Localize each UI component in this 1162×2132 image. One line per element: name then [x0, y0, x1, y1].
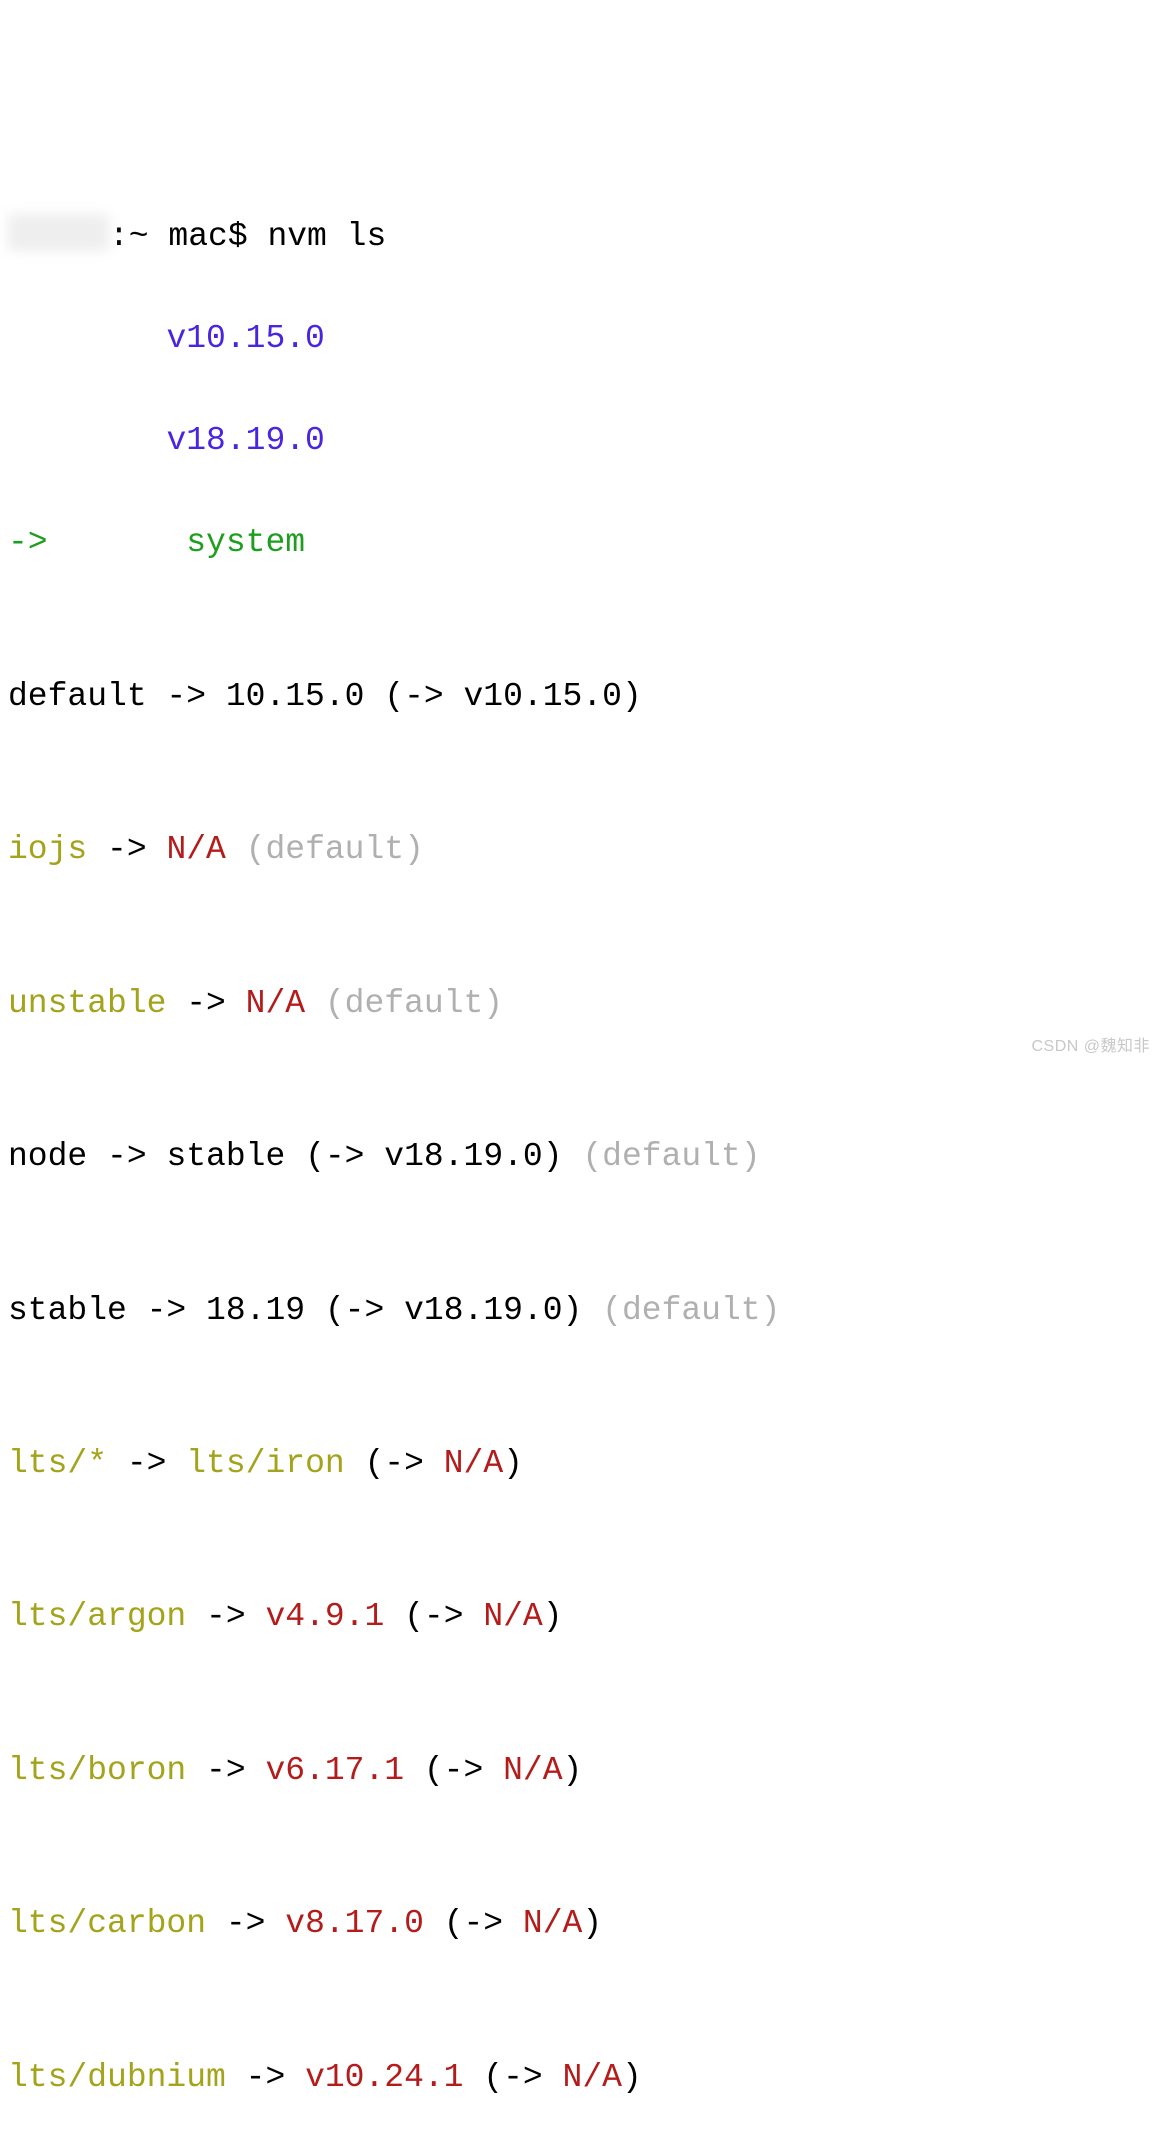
alias-default: (default) — [226, 831, 424, 868]
prompt-line: :~ mac$ nvm ls — [8, 211, 1154, 262]
resolve-close: ) — [543, 1598, 563, 1635]
installed-version: v10.15.0 — [166, 320, 324, 357]
current-arrow: -> — [8, 524, 48, 561]
resolve-value: v10.15.0 — [464, 678, 622, 715]
alias-line-unstable: unstable -> N/A (default) — [8, 978, 1154, 1029]
resolve-open: (-> — [285, 1138, 384, 1175]
lts-na: N/A — [483, 1598, 542, 1635]
resolve-value: v18.19.0 — [404, 1292, 562, 1329]
alias-target: stable — [166, 1138, 285, 1175]
lts-target: lts/iron — [186, 1445, 344, 1482]
resolve-open: (-> — [424, 1905, 523, 1942]
lts-name: lts/carbon — [8, 1905, 206, 1942]
alias-default: (default) — [305, 985, 503, 1022]
resolve-value: v18.19.0 — [384, 1138, 542, 1175]
lts-target: v10.24.1 — [305, 2059, 463, 2096]
installed-version: v18.19.0 — [166, 422, 324, 459]
alias-name: unstable — [8, 985, 166, 1022]
alias-arrow: -> — [147, 678, 226, 715]
installed-version-line: v10.15.0 — [8, 313, 1154, 364]
lts-na: N/A — [503, 1752, 562, 1789]
alias-name: iojs — [8, 831, 87, 868]
lts-name: lts/dubnium — [8, 2059, 226, 2096]
resolve-close: ) — [622, 678, 642, 715]
alias-na: N/A — [166, 831, 225, 868]
prompt-user: mac — [168, 218, 227, 255]
alias-target: 10.15.0 — [226, 678, 365, 715]
prompt-dollar: $ — [228, 218, 268, 255]
resolve-open: (-> — [305, 1292, 404, 1329]
resolve-close: ) — [503, 1445, 523, 1482]
alias-arrow: -> — [127, 1292, 206, 1329]
alias-default: (default) — [563, 1138, 761, 1175]
alias-arrow: -> — [166, 985, 245, 1022]
lts-arrow: -> — [226, 2059, 305, 2096]
alias-na: N/A — [246, 985, 305, 1022]
resolve-open: (-> — [404, 1752, 503, 1789]
resolve-open: (-> — [384, 1598, 483, 1635]
watermark: CSDN @魏知非 — [1031, 1035, 1150, 1060]
alias-name: node — [8, 1138, 87, 1175]
resolve-close: ) — [543, 1138, 563, 1175]
prompt-sep: :~ — [109, 218, 168, 255]
lts-line-argon: lts/argon -> v4.9.1 (-> N/A) — [8, 1591, 1154, 1642]
alias-target: 18.19 — [206, 1292, 305, 1329]
lts-arrow: -> — [107, 1445, 186, 1482]
resolve-open: (-> — [364, 678, 463, 715]
lts-line-boron: lts/boron -> v6.17.1 (-> N/A) — [8, 1745, 1154, 1796]
resolve-open: (-> — [345, 1445, 444, 1482]
lts-arrow: -> — [186, 1598, 265, 1635]
resolve-close: ) — [582, 1905, 602, 1942]
alias-line-stable: stable -> 18.19 (-> v18.19.0) (default) — [8, 1285, 1154, 1336]
installed-version-line: v18.19.0 — [8, 415, 1154, 466]
lts-line-dubnium: lts/dubnium -> v10.24.1 (-> N/A) — [8, 2052, 1154, 2103]
lts-arrow: -> — [206, 1905, 285, 1942]
lts-name: lts/boron — [8, 1752, 186, 1789]
lts-arrow: -> — [186, 1752, 265, 1789]
lts-na: N/A — [563, 2059, 622, 2096]
lts-target: v4.9.1 — [265, 1598, 384, 1635]
lts-line-star: lts/* -> lts/iron (-> N/A) — [8, 1438, 1154, 1489]
alias-name: stable — [8, 1292, 127, 1329]
resolve-open: (-> — [464, 2059, 563, 2096]
resolve-close: ) — [622, 2059, 642, 2096]
resolve-close: ) — [563, 1292, 583, 1329]
alias-default: (default) — [582, 1292, 780, 1329]
current-label: system — [186, 524, 305, 561]
current-version-line: -> system — [8, 517, 1154, 568]
lts-na: N/A — [523, 1905, 582, 1942]
lts-na: N/A — [444, 1445, 503, 1482]
alias-line-iojs: iojs -> N/A (default) — [8, 824, 1154, 875]
lts-target: v8.17.0 — [285, 1905, 424, 1942]
alias-arrow: -> — [87, 1138, 166, 1175]
alias-line-node: node -> stable (-> v18.19.0) (default) — [8, 1131, 1154, 1182]
lts-name: lts/argon — [8, 1598, 186, 1635]
hostname-redacted — [8, 214, 109, 250]
resolve-close: ) — [563, 1752, 583, 1789]
prompt-command: nvm ls — [267, 218, 386, 255]
alias-arrow: -> — [87, 831, 166, 868]
alias-name: default — [8, 678, 147, 715]
lts-name: lts/* — [8, 1445, 107, 1482]
alias-line-default: default -> 10.15.0 (-> v10.15.0) — [8, 671, 1154, 722]
lts-target: v6.17.1 — [265, 1752, 404, 1789]
lts-line-carbon: lts/carbon -> v8.17.0 (-> N/A) — [8, 1898, 1154, 1949]
